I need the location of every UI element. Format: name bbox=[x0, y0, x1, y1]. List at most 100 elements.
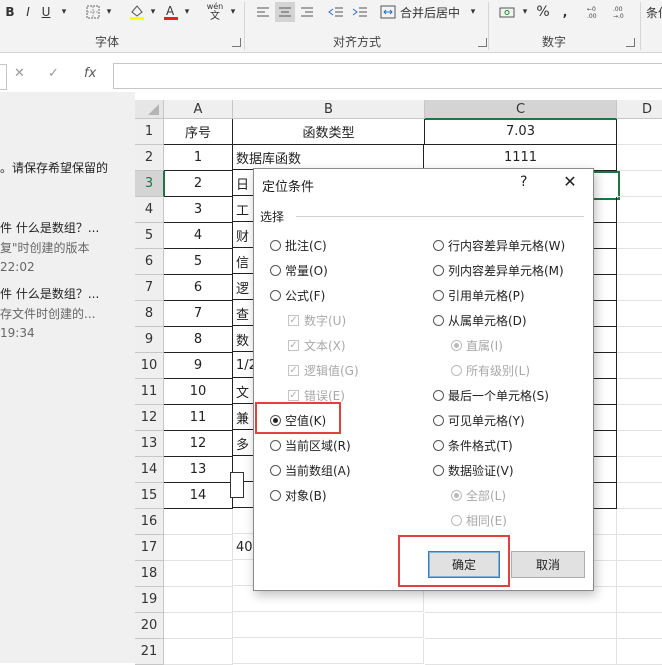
formula-text-checkbox[interactable]: ✓ 文本(X) bbox=[288, 337, 346, 354]
insert-function-icon[interactable]: fx bbox=[84, 66, 96, 81]
formula-logicals-checkbox[interactable]: ✓ 逻辑值(G) bbox=[288, 362, 359, 379]
increase-indent-button[interactable] bbox=[350, 2, 370, 22]
cell-d[interactable] bbox=[617, 379, 662, 405]
cell-d[interactable] bbox=[617, 223, 662, 249]
cell-a[interactable]: 6 bbox=[164, 275, 233, 301]
cell-d[interactable] bbox=[617, 275, 662, 301]
option-column-differences[interactable]: 列内容差异单元格(M) bbox=[433, 262, 564, 279]
row-header[interactable]: 17 bbox=[135, 535, 164, 561]
option-last-cell[interactable]: 最后一个单元格(S) bbox=[433, 387, 549, 404]
cell-a[interactable]: 11 bbox=[164, 405, 233, 431]
italic-button[interactable]: I bbox=[20, 2, 36, 22]
cell-d[interactable] bbox=[617, 509, 662, 535]
option-objects[interactable]: 对象(B) bbox=[270, 487, 327, 504]
cell-a[interactable] bbox=[164, 561, 233, 587]
column-header-a[interactable]: A bbox=[164, 100, 233, 119]
help-button[interactable]: ? bbox=[520, 174, 527, 190]
cell-a[interactable] bbox=[164, 535, 233, 561]
select-all-corner[interactable] bbox=[135, 100, 164, 119]
row-header[interactable]: 5 bbox=[135, 223, 164, 249]
recovery-file-title[interactable]: 件 什么是数组？... bbox=[0, 285, 99, 302]
cancel-button[interactable]: 取消 bbox=[511, 551, 585, 578]
confirm-icon[interactable]: ✓ bbox=[48, 66, 59, 81]
option-dependents[interactable]: 从属单元格(D) bbox=[433, 312, 527, 329]
column-header-b[interactable]: B bbox=[233, 100, 425, 119]
align-center-button[interactable] bbox=[275, 2, 295, 22]
cell-b[interactable] bbox=[233, 639, 424, 664]
cell-d[interactable] bbox=[617, 197, 662, 223]
option-direct-only[interactable]: 直属(I) bbox=[451, 337, 503, 354]
ok-button[interactable]: 确定 bbox=[428, 551, 500, 578]
option-validation-same[interactable]: 相同(E) bbox=[451, 512, 507, 529]
row-header[interactable]: 13 bbox=[135, 431, 164, 457]
cell-d[interactable] bbox=[617, 145, 662, 171]
cell-a[interactable] bbox=[164, 639, 233, 665]
cell-d[interactable] bbox=[617, 119, 662, 145]
font-color-button[interactable]: A bbox=[162, 2, 180, 22]
close-button[interactable]: ✕ bbox=[560, 172, 580, 191]
cell-a[interactable]: 1 bbox=[164, 145, 233, 171]
formula-numbers-checkbox[interactable]: ✓ 数字(U) bbox=[288, 312, 346, 329]
row-header[interactable]: 10 bbox=[135, 353, 164, 379]
merge-dropdown-icon[interactable]: ▾ bbox=[468, 2, 478, 22]
row-header[interactable]: 12 bbox=[135, 405, 164, 431]
cell-d[interactable] bbox=[617, 249, 662, 275]
comma-button[interactable]: , bbox=[558, 2, 572, 22]
cell-d[interactable] bbox=[617, 301, 662, 327]
cell-b[interactable]: 数据库函数 bbox=[233, 145, 424, 170]
decrease-decimal-button[interactable]: .00 →.0 bbox=[610, 2, 632, 22]
bold-button[interactable]: B bbox=[2, 2, 18, 22]
row-header[interactable]: 16 bbox=[135, 509, 164, 535]
row-header[interactable]: 4 bbox=[135, 197, 164, 223]
cell-a[interactable]: 4 bbox=[164, 223, 233, 249]
option-precedents[interactable]: 引用单元格(P) bbox=[433, 287, 525, 304]
row-header[interactable]: 19 bbox=[135, 587, 164, 613]
cell-a[interactable]: 序号 bbox=[164, 119, 233, 145]
cell-c[interactable] bbox=[425, 613, 617, 639]
percent-button[interactable]: % bbox=[534, 2, 552, 22]
option-comments[interactable]: 批注(C) bbox=[270, 237, 327, 254]
cell-a[interactable]: 13 bbox=[164, 457, 233, 483]
cell-d[interactable] bbox=[617, 327, 662, 353]
cell-a[interactable]: 7 bbox=[164, 301, 233, 327]
cell-d[interactable] bbox=[617, 171, 662, 197]
cell-a[interactable]: 3 bbox=[164, 197, 233, 223]
option-current-region[interactable]: 当前区域(R) bbox=[270, 437, 351, 454]
row-header[interactable]: 1 bbox=[135, 119, 164, 145]
accounting-format-button[interactable] bbox=[498, 2, 518, 22]
accounting-dropdown-icon[interactable]: ▾ bbox=[520, 2, 530, 22]
row-header[interactable]: 2 bbox=[135, 145, 164, 171]
fill-dropdown-icon[interactable]: ▾ bbox=[148, 2, 158, 22]
font-dialog-launcher-icon[interactable] bbox=[232, 38, 241, 47]
border-button[interactable] bbox=[84, 2, 102, 22]
cancel-icon[interactable]: ✕ bbox=[14, 66, 25, 81]
option-conditional-formats[interactable]: 条件格式(T) bbox=[433, 437, 513, 454]
row-header[interactable]: 21 bbox=[135, 639, 164, 665]
phonetic-button[interactable]: wén 文 bbox=[204, 2, 226, 22]
cell-a[interactable]: 9 bbox=[164, 353, 233, 379]
decrease-indent-button[interactable] bbox=[326, 2, 346, 22]
cell-a[interactable] bbox=[164, 587, 233, 613]
cell-b[interactable]: 函数类型 bbox=[233, 119, 425, 145]
cell-d[interactable] bbox=[617, 587, 662, 613]
cell-a[interactable]: 12 bbox=[164, 431, 233, 457]
row-header[interactable]: 18 bbox=[135, 561, 164, 587]
underline-dropdown-icon[interactable]: ▾ bbox=[58, 2, 70, 22]
merge-center-button[interactable]: 合并后居中 bbox=[380, 2, 468, 22]
cell-a[interactable]: 14 bbox=[164, 483, 233, 509]
option-data-validation[interactable]: 数据验证(V) bbox=[433, 462, 514, 479]
cell-b[interactable] bbox=[233, 613, 424, 638]
conditional-format-button[interactable]: 条件 bbox=[646, 2, 662, 22]
phonetic-dropdown-icon[interactable]: ▾ bbox=[228, 2, 238, 22]
row-header[interactable]: 8 bbox=[135, 301, 164, 327]
option-current-array[interactable]: 当前数组(A) bbox=[270, 462, 351, 479]
row-header[interactable]: 6 bbox=[135, 249, 164, 275]
option-validation-all[interactable]: 全部(L) bbox=[451, 487, 506, 504]
cell-a[interactable]: 2 bbox=[164, 171, 233, 197]
option-constants[interactable]: 常量(O) bbox=[270, 262, 328, 279]
cell-a[interactable]: 10 bbox=[164, 379, 233, 405]
cell-a[interactable] bbox=[164, 613, 233, 639]
increase-decimal-button[interactable]: ←0.00 bbox=[584, 2, 606, 22]
recovery-file-title[interactable]: 件 什么是数组？... bbox=[0, 219, 99, 236]
underline-button[interactable]: U bbox=[38, 2, 54, 22]
